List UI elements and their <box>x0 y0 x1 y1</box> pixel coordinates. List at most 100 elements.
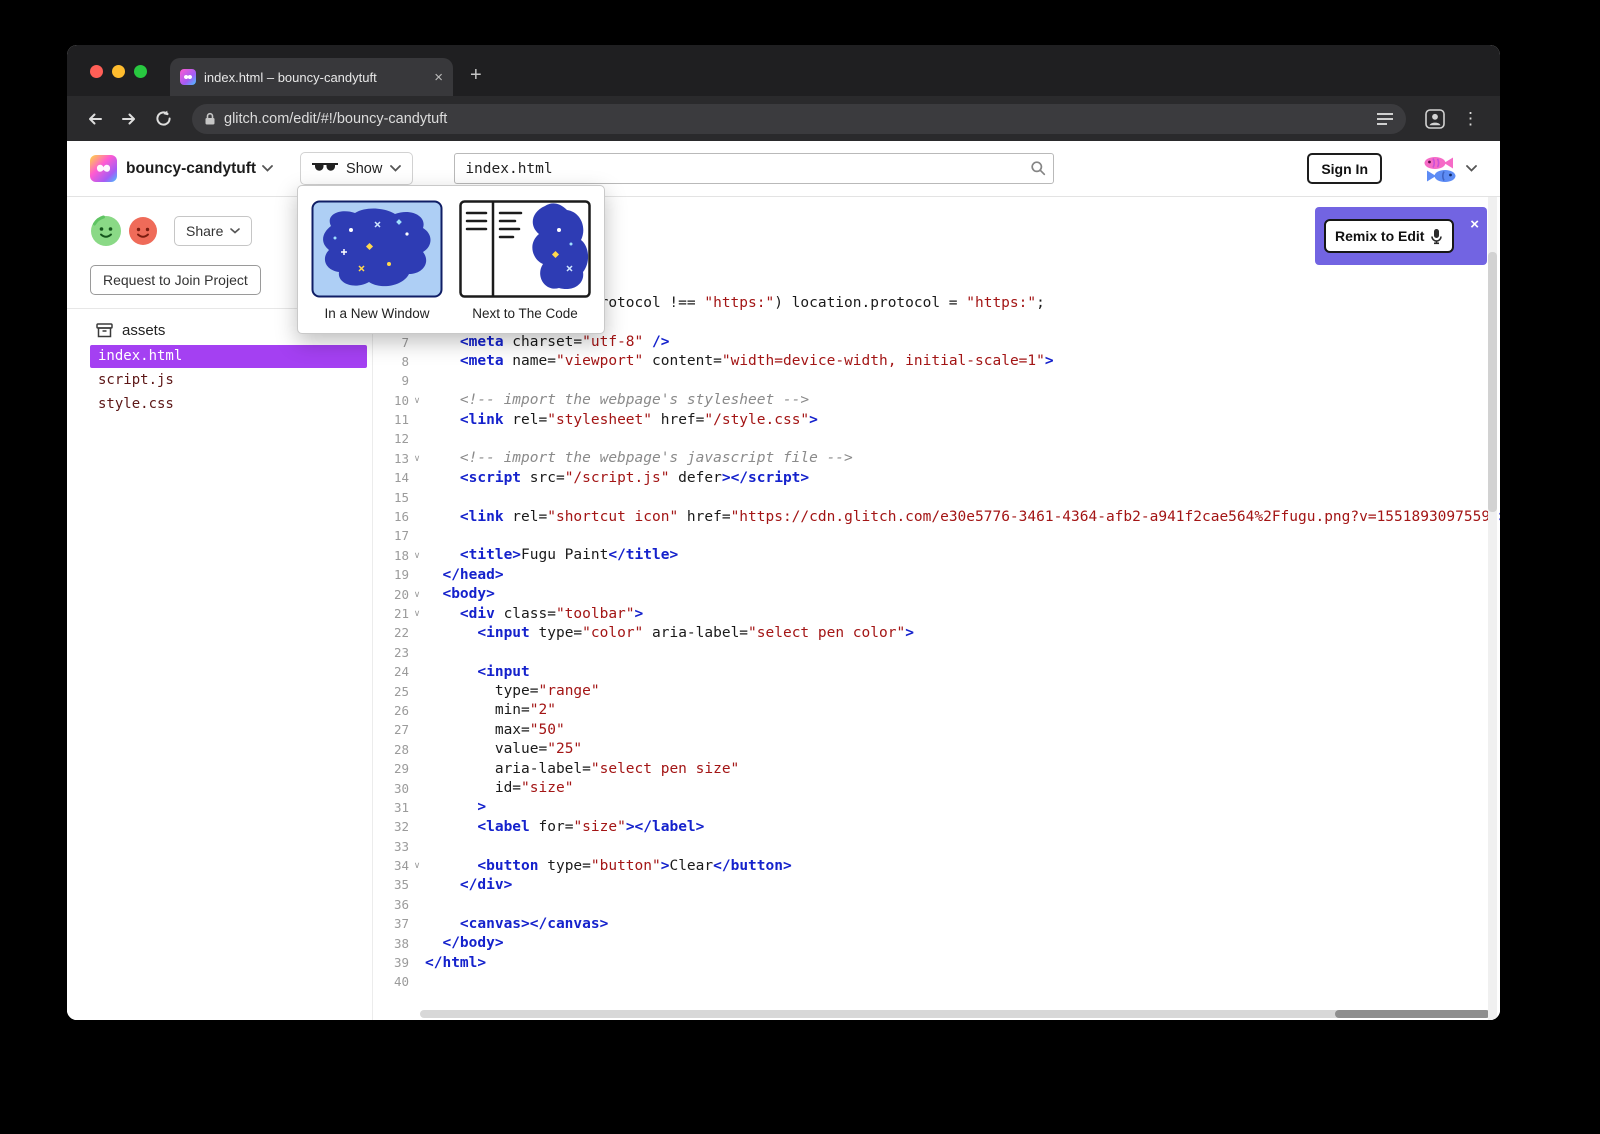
code-line[interactable]: 33 <box>373 837 1500 856</box>
code-line[interactable]: 22 <input type="color" aria-label="selec… <box>373 623 1500 642</box>
fold-chevron-icon[interactable]: ∨ <box>409 395 425 406</box>
line-number: 33 <box>373 839 409 854</box>
remix-to-edit-button[interactable]: Remix to Edit <box>1324 219 1454 253</box>
code-text: </body> <box>425 935 504 951</box>
code-line[interactable]: 18∨ <title>Fugu Paint</title> <box>373 546 1500 565</box>
user-avatar[interactable] <box>1420 154 1460 184</box>
url-text: glitch.com/edit/#!/bouncy-candytuft <box>224 111 1368 127</box>
code-line[interactable]: 15 <box>373 487 1500 506</box>
code-line[interactable]: 31 > <box>373 798 1500 817</box>
member-avatar-red[interactable] <box>128 216 158 246</box>
code-line[interactable]: 32 <label for="size"></label> <box>373 817 1500 836</box>
code-line[interactable]: 21∨ <div class="toolbar"> <box>373 604 1500 623</box>
line-number: 24 <box>373 664 409 679</box>
close-window-button[interactable] <box>90 65 103 78</box>
line-number: 11 <box>373 412 409 427</box>
glitch-logo[interactable] <box>90 155 117 182</box>
code-line[interactable]: 8 <meta name="viewport" content="width=d… <box>373 352 1500 371</box>
code-line[interactable]: 9 <box>373 371 1500 390</box>
fold-chevron-icon[interactable]: ∨ <box>409 550 425 561</box>
line-number: 31 <box>373 800 409 815</box>
code-line[interactable]: 10∨ <!-- import the webpage's stylesheet… <box>373 391 1500 410</box>
profile-icon <box>1425 109 1445 129</box>
remix-banner-close-icon[interactable]: × <box>1470 216 1479 233</box>
code-text: <div class="toolbar"> <box>425 606 643 622</box>
code-line[interactable]: 27 max="50" <box>373 720 1500 739</box>
fold-chevron-icon[interactable]: ∨ <box>409 608 425 619</box>
member-avatar-green[interactable] <box>90 215 122 247</box>
tab-close-icon[interactable]: × <box>434 69 443 86</box>
menu-option-new-window[interactable]: In a New Window <box>310 200 444 321</box>
back-button[interactable] <box>82 106 108 132</box>
menu-option-next-to-code[interactable]: Next to The Code <box>458 200 592 321</box>
filename-search-wrap <box>454 153 1054 184</box>
file-item-index-html[interactable]: index.html <box>90 345 367 368</box>
code-line[interactable]: 7 <meta charset="utf-8" /> <box>373 332 1500 351</box>
code-line[interactable]: 36 <box>373 895 1500 914</box>
code-line[interactable]: 12 <box>373 429 1500 448</box>
profile-button[interactable] <box>1422 106 1448 132</box>
horizontal-scrollbar-thumb[interactable] <box>1335 1010 1490 1018</box>
line-number: 17 <box>373 528 409 543</box>
vertical-scrollbar[interactable] <box>1488 197 1497 1020</box>
forward-button[interactable] <box>116 106 142 132</box>
fold-chevron-icon[interactable]: ∨ <box>409 589 425 600</box>
code-line[interactable]: 30 id="size" <box>373 778 1500 797</box>
browser-tab[interactable]: index.html – bouncy-candytuft × <box>170 58 453 96</box>
new-tab-button[interactable]: + <box>470 64 482 87</box>
line-number: 19 <box>373 567 409 582</box>
code-line[interactable]: 34∨ <button type="button">Clear</button> <box>373 856 1500 875</box>
line-number: 34 <box>373 858 409 873</box>
vertical-scrollbar-thumb[interactable] <box>1488 252 1497 512</box>
code-line[interactable]: 40 <box>373 972 1500 991</box>
file-item-script-js[interactable]: script.js <box>90 369 367 392</box>
code-line[interactable]: 20∨ <body> <box>373 584 1500 603</box>
code-text: <input type="color" aria-label="select p… <box>425 625 914 641</box>
line-number: 13 <box>373 451 409 466</box>
code-text: min="2" <box>425 702 556 718</box>
project-chevron-down-icon[interactable] <box>262 165 273 172</box>
code-line[interactable]: 11 <link rel="stylesheet" href="/style.c… <box>373 410 1500 429</box>
code-line[interactable]: 26 min="2" <box>373 701 1500 720</box>
code-line[interactable]: 17 <box>373 526 1500 545</box>
fold-chevron-icon[interactable]: ∨ <box>409 453 425 464</box>
line-number: 27 <box>373 722 409 737</box>
project-name[interactable]: bouncy-candytuft <box>126 160 256 178</box>
code-line[interactable]: 28 value="25" <box>373 740 1500 759</box>
code-line[interactable]: 29 aria-label="select pen size" <box>373 759 1500 778</box>
code-line[interactable]: 14 <script src="/script.js" defer></scri… <box>373 468 1500 487</box>
reload-button[interactable] <box>150 106 176 132</box>
fold-chevron-icon[interactable]: ∨ <box>409 860 425 871</box>
avatar-chevron-down-icon[interactable] <box>1466 165 1477 172</box>
code-line[interactable]: 19 </head> <box>373 565 1500 584</box>
code-line[interactable]: 25 type="range" <box>373 681 1500 700</box>
code-text: </head> <box>425 567 504 583</box>
maximize-window-button[interactable] <box>134 65 147 78</box>
filename-input[interactable] <box>454 153 1054 184</box>
line-number: 14 <box>373 470 409 485</box>
code-line[interactable]: 37 <canvas></canvas> <box>373 914 1500 933</box>
code-line[interactable]: 39</html> <box>373 953 1500 972</box>
next-to-code-thumbnail <box>459 200 591 298</box>
code-line[interactable]: 23 <box>373 643 1500 662</box>
code-line[interactable]: 24 <input <box>373 662 1500 681</box>
line-number: 23 <box>373 645 409 660</box>
minimize-window-button[interactable] <box>112 65 125 78</box>
code-line[interactable]: 16 <link rel="shortcut icon" href="https… <box>373 507 1500 526</box>
request-join-button[interactable]: Request to Join Project <box>90 265 261 295</box>
code-line[interactable]: 13∨ <!-- import the webpage's javascript… <box>373 449 1500 468</box>
code-text: <meta charset="utf-8" /> <box>425 334 669 350</box>
sign-in-button[interactable]: Sign In <box>1307 153 1382 184</box>
tab-title: index.html – bouncy-candytuft <box>204 70 426 85</box>
remix-banner: Remix to Edit × <box>1315 207 1487 265</box>
share-button[interactable]: Share <box>174 216 252 246</box>
show-button[interactable]: Show <box>300 152 413 185</box>
code-text: aria-label="select pen size" <box>425 761 739 777</box>
address-bar[interactable]: glitch.com/edit/#!/bouncy-candytuft <box>192 104 1406 134</box>
code-line[interactable]: 38 </body> <box>373 933 1500 952</box>
file-item-style-css[interactable]: style.css <box>90 393 367 416</box>
code-line[interactable]: 35 </div> <box>373 875 1500 894</box>
browser-menu-button[interactable]: ⋮ <box>1456 109 1485 129</box>
horizontal-scrollbar[interactable] <box>420 1010 1490 1018</box>
reading-list-icon[interactable] <box>1376 111 1394 127</box>
